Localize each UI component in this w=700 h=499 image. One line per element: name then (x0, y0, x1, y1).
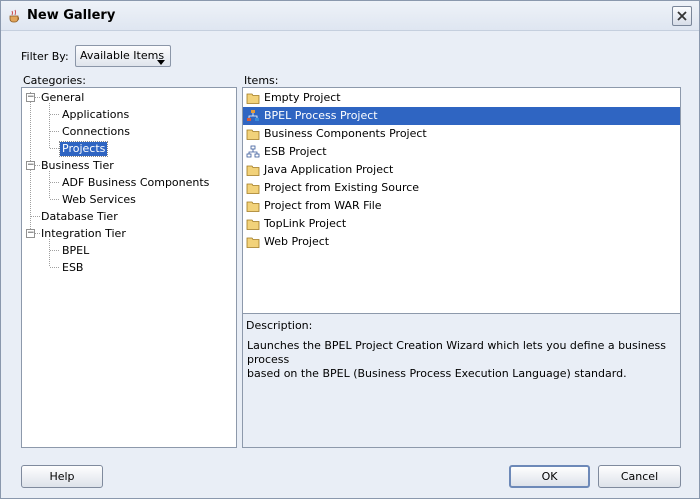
chevron-down-icon (157, 53, 165, 73)
tree-node-bpel[interactable]: BPEL (62, 244, 89, 258)
item-label: Business Components Project (264, 127, 427, 140)
collapse-general-toggle[interactable]: − (26, 93, 35, 102)
filter-selected-value: Available Items (80, 49, 165, 62)
item-label: Project from Existing Source (264, 181, 420, 194)
folder-icon (246, 129, 260, 140)
list-item-business-components-project[interactable]: Business Components Project (243, 125, 680, 143)
items-list: Empty Project BPEL Process Project Busin… (242, 87, 681, 313)
categories-label: Categories: (23, 74, 86, 87)
item-label: ESB Project (264, 145, 327, 158)
close-button[interactable] (672, 6, 692, 26)
dialog-title: New Gallery (27, 8, 116, 23)
folder-icon (246, 165, 260, 176)
tree-node-projects[interactable]: Projects (58, 141, 109, 157)
list-item-toplink-project[interactable]: TopLink Project (243, 215, 680, 233)
esb-icon (246, 145, 260, 158)
list-item-project-from-war-file[interactable]: Project from WAR File (243, 197, 680, 215)
list-item-web-project[interactable]: Web Project (243, 233, 680, 251)
close-icon (677, 11, 687, 21)
bpel-icon (247, 110, 259, 121)
item-label: Project from WAR File (264, 199, 382, 212)
tree-node-connections[interactable]: Connections (62, 125, 130, 139)
folder-icon (246, 237, 260, 248)
new-gallery-dialog: New Gallery Filter By: Available Items C… (0, 0, 700, 499)
folder-icon (246, 93, 260, 104)
tree-node-integration-tier[interactable]: Integration Tier (41, 227, 126, 241)
description-header: Description: (242, 313, 681, 335)
folder-icon (246, 219, 260, 230)
item-label: Empty Project (264, 91, 341, 104)
list-item-esb-project[interactable]: ESB Project (243, 143, 680, 161)
tree-node-web-services[interactable]: Web Services (62, 193, 136, 207)
tree-node-adf-business-components[interactable]: ADF Business Components (62, 176, 209, 190)
tree-node-database-tier[interactable]: Database Tier (41, 210, 118, 224)
filter-dropdown[interactable]: Available Items (75, 45, 171, 67)
list-item-project-from-existing-source[interactable]: Project from Existing Source (243, 179, 680, 197)
tree-node-esb[interactable]: ESB (62, 261, 83, 275)
collapse-integration-tier-toggle[interactable]: − (26, 229, 35, 238)
collapse-business-tier-toggle[interactable]: − (26, 161, 35, 170)
tree-node-applications[interactable]: Applications (62, 108, 129, 122)
help-button[interactable]: Help (21, 465, 103, 488)
item-label: BPEL Process Project (264, 109, 378, 122)
description-text-line-1: Launches the BPEL Project Creation Wizar… (247, 339, 667, 366)
title-bar: New Gallery (1, 1, 699, 31)
item-label: Java Application Project (264, 163, 394, 176)
description-label: Description: (246, 319, 313, 332)
categories-tree: − General Applications Connections Proje… (21, 87, 237, 448)
list-item-bpel-process-project[interactable]: BPEL Process Project (243, 107, 680, 125)
list-item-empty-project[interactable]: Empty Project (243, 89, 680, 107)
filter-label: Filter By: (21, 50, 69, 63)
list-item-java-application-project[interactable]: Java Application Project (243, 161, 680, 179)
item-label: TopLink Project (264, 217, 347, 230)
item-label: Web Project (264, 235, 330, 248)
folder-icon (246, 183, 260, 194)
coffee-cup-icon (7, 8, 23, 24)
items-label: Items: (244, 74, 279, 87)
tree-node-general[interactable]: General (41, 91, 84, 105)
tree-node-business-tier[interactable]: Business Tier (41, 159, 114, 173)
description-panel: Launches the BPEL Project Creation Wizar… (242, 334, 681, 448)
cancel-button[interactable]: Cancel (598, 465, 681, 488)
description-text-line-2: based on the BPEL (Business Process Exec… (247, 367, 627, 380)
folder-icon (246, 201, 260, 212)
ok-button[interactable]: OK (509, 465, 590, 488)
